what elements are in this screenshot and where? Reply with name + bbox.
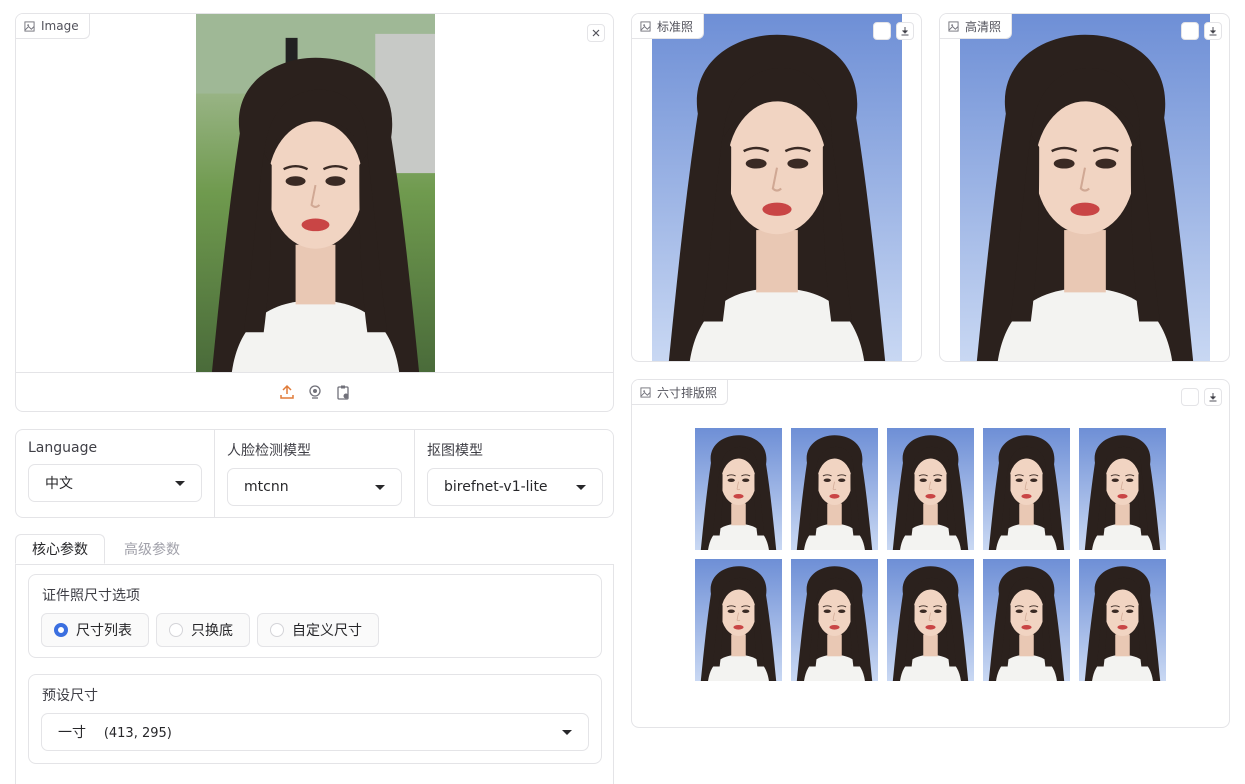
radio-dot bbox=[270, 623, 284, 637]
radio-custom-size[interactable]: 自定义尺寸 bbox=[257, 613, 379, 647]
radio-dot bbox=[169, 623, 183, 637]
radio-bg-only-label: 只换底 bbox=[191, 623, 233, 639]
face-model-label: 人脸检测模型 bbox=[227, 443, 311, 459]
layout-grid-photo bbox=[887, 428, 974, 550]
preset-size-name: 一寸 bbox=[58, 725, 86, 741]
size-options-title: 证件照尺寸选项 bbox=[42, 588, 140, 604]
upload-icon bbox=[279, 384, 294, 399]
close-icon bbox=[592, 29, 600, 37]
layout-grid bbox=[695, 428, 1167, 682]
layout-grid-photo bbox=[1079, 559, 1166, 681]
hd-download-button[interactable] bbox=[1204, 22, 1222, 40]
chevron-down-icon bbox=[175, 480, 185, 486]
standard-photo bbox=[652, 14, 902, 361]
input-image-panel: Image bbox=[15, 13, 614, 412]
matting-model-cell: 抠图模型 birefnet-v1-lite bbox=[415, 430, 613, 517]
preset-size-select[interactable]: 一寸 (413, 295) bbox=[41, 713, 589, 751]
layout-grid-photo bbox=[695, 559, 782, 681]
preset-size-dims: (413, 295) bbox=[103, 726, 172, 741]
language-cell: Language 中文 bbox=[16, 430, 215, 517]
image-label: Image bbox=[41, 19, 79, 33]
layout-grid-photo bbox=[791, 559, 878, 681]
webcam-icon bbox=[308, 385, 321, 399]
image-icon bbox=[640, 20, 651, 32]
radio-size-list[interactable]: 尺寸列表 bbox=[41, 613, 149, 647]
radio-bg-only[interactable]: 只换底 bbox=[156, 613, 250, 647]
chevron-down-icon bbox=[375, 484, 385, 490]
layout-label: 六寸排版照 bbox=[657, 385, 718, 400]
layout-download-button[interactable] bbox=[1204, 388, 1222, 406]
language-value: 中文 bbox=[45, 476, 73, 492]
upload-button[interactable] bbox=[279, 384, 295, 400]
matting-model-value: birefnet-v1-lite bbox=[444, 479, 548, 495]
image-icon bbox=[24, 20, 35, 32]
hd-photo-panel: 高清照 bbox=[939, 13, 1230, 362]
model-settings-row: Language 中文 人脸检测模型 mtcnn 抠图模型 birefnet-v… bbox=[15, 429, 614, 518]
standard-download-button[interactable] bbox=[896, 22, 914, 40]
radio-size-list-label: 尺寸列表 bbox=[76, 623, 132, 639]
language-select[interactable]: 中文 bbox=[28, 464, 202, 502]
preset-size-title: 预设尺寸 bbox=[42, 688, 98, 704]
layout-photo-panel: 六寸排版照 bbox=[631, 379, 1230, 728]
layout-fullscreen-button[interactable] bbox=[1181, 388, 1199, 406]
radio-dot bbox=[54, 623, 68, 637]
standard-photo-panel: 标准照 bbox=[631, 13, 922, 362]
hd-fullscreen-button[interactable] bbox=[1181, 22, 1199, 40]
core-params-content: 证件照尺寸选项 尺寸列表 只换底 自定义尺寸 预设尺寸 一寸 (413, 295… bbox=[15, 564, 614, 784]
chevron-down-icon bbox=[576, 484, 586, 490]
face-model-value: mtcnn bbox=[244, 479, 289, 495]
standard-label: 标准照 bbox=[657, 19, 694, 34]
tab-core-params[interactable]: 核心参数 bbox=[15, 534, 105, 564]
hd-label: 高清照 bbox=[965, 19, 1002, 34]
layout-grid-photo bbox=[1079, 428, 1166, 550]
image-label-tag: Image bbox=[16, 14, 90, 39]
image-icon bbox=[948, 20, 959, 32]
preset-size-value: 一寸 (413, 295) bbox=[58, 722, 172, 742]
download-icon bbox=[901, 27, 909, 36]
layout-grid-photo bbox=[695, 428, 782, 550]
layout-grid-photo bbox=[983, 559, 1070, 681]
face-model-cell: 人脸检测模型 mtcnn bbox=[215, 430, 415, 517]
close-button[interactable] bbox=[587, 24, 605, 42]
chevron-down-icon bbox=[562, 729, 572, 735]
clipboard-button[interactable] bbox=[335, 384, 351, 400]
face-model-select[interactable]: mtcnn bbox=[227, 468, 402, 506]
radio-custom-size-label: 自定义尺寸 bbox=[292, 623, 362, 639]
input-photo bbox=[196, 14, 435, 372]
tab-advanced-params[interactable]: 高级参数 bbox=[107, 534, 197, 564]
download-icon bbox=[1209, 27, 1217, 36]
layout-grid-photo bbox=[983, 428, 1070, 550]
matting-model-label: 抠图模型 bbox=[427, 443, 483, 459]
hd-photo bbox=[960, 14, 1210, 361]
matting-model-select[interactable]: birefnet-v1-lite bbox=[427, 468, 603, 506]
webcam-button[interactable] bbox=[307, 384, 323, 400]
clipboard-icon bbox=[336, 385, 349, 400]
standard-fullscreen-button[interactable] bbox=[873, 22, 891, 40]
language-label: Language bbox=[28, 440, 98, 456]
param-tabs: 核心参数 高级参数 bbox=[15, 534, 614, 565]
image-icon bbox=[640, 386, 651, 398]
preset-size-box: 预设尺寸 一寸 (413, 295) bbox=[28, 674, 602, 764]
layout-grid-photo bbox=[791, 428, 878, 550]
input-toolbar bbox=[16, 372, 613, 411]
standard-label-tag: 标准照 bbox=[632, 14, 705, 39]
layout-grid-photo bbox=[887, 559, 974, 681]
layout-label-tag: 六寸排版照 bbox=[632, 380, 729, 405]
size-options-box: 证件照尺寸选项 尺寸列表 只换底 自定义尺寸 bbox=[28, 574, 602, 658]
download-icon bbox=[1209, 393, 1217, 402]
hd-label-tag: 高清照 bbox=[940, 14, 1013, 39]
